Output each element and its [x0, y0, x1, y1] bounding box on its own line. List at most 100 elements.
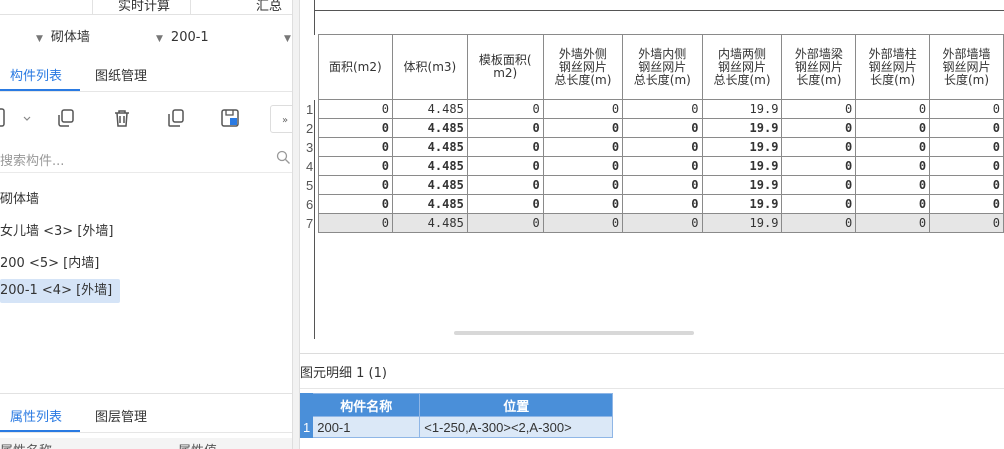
table-cell[interactable]: 4.485: [392, 194, 468, 214]
table-cell[interactable]: 4.485: [392, 99, 468, 119]
table-cell[interactable]: 0: [466, 118, 544, 138]
table-cell[interactable]: 0: [542, 194, 624, 214]
table-cell[interactable]: 0: [781, 175, 857, 195]
table-cell[interactable]: 19.9: [701, 175, 783, 195]
table-cell[interactable]: 0: [542, 118, 624, 138]
table-cell[interactable]: 0: [855, 213, 931, 233]
table-row[interactable]: 6 0 4.485 0 0 0 19.9 0 0 0: [306, 194, 1004, 214]
table-cell[interactable]: 0: [317, 194, 394, 214]
table-cell[interactable]: 0: [929, 99, 1004, 119]
table-cell[interactable]: 0: [622, 137, 703, 157]
search-icon[interactable]: [276, 150, 292, 166]
table-cell[interactable]: 0: [466, 156, 544, 176]
table-cell[interactable]: 0: [622, 99, 703, 119]
table-cell[interactable]: 0: [855, 175, 931, 195]
chevron-down-icon[interactable]: [20, 106, 34, 130]
table-cell[interactable]: 0: [466, 175, 544, 195]
third-dropdown-arrow[interactable]: ▼: [284, 26, 292, 50]
table-cell[interactable]: 0: [622, 156, 703, 176]
table-cell[interactable]: 0: [929, 213, 1004, 233]
table-cell[interactable]: 0: [317, 175, 394, 195]
table-cell[interactable]: 19.9: [701, 213, 783, 233]
tree-item-200-1[interactable]: 200-1 <4> [外墙]: [0, 279, 121, 303]
table-cell[interactable]: 0: [781, 213, 857, 233]
table-cell[interactable]: 0: [317, 156, 394, 176]
table-cell[interactable]: 4.485: [392, 118, 468, 138]
column-header[interactable]: 内墙两侧 钢丝网片 总长度(m): [701, 34, 783, 100]
table-cell[interactable]: 0: [542, 156, 624, 176]
table-cell[interactable]: 0: [542, 213, 624, 233]
table-cell[interactable]: 0: [622, 175, 703, 195]
tree-group-masonry-wall[interactable]: 砌体墙: [0, 188, 39, 212]
table-cell[interactable]: 0: [466, 213, 544, 233]
horizontal-scrollbar[interactable]: [454, 331, 694, 335]
summary-tab[interactable]: 汇总: [256, 0, 282, 14]
copy-icon[interactable]: [54, 106, 78, 130]
duplicate-icon[interactable]: [164, 106, 188, 130]
table-row[interactable]: 5 0 4.485 0 0 0 19.9 0 0 0: [306, 175, 1004, 195]
table-cell[interactable]: 0: [781, 156, 857, 176]
table-cell[interactable]: 0: [622, 118, 703, 138]
table-row[interactable]: 3 0 4.485 0 0 0 19.9 0 0 0: [306, 137, 1004, 157]
table-cell[interactable]: 0: [855, 156, 931, 176]
table-cell[interactable]: 19.9: [701, 118, 783, 138]
table-cell[interactable]: 0: [929, 118, 1004, 138]
member-dropdown[interactable]: ▼ 200-1: [156, 26, 209, 50]
table-cell[interactable]: 19.9: [701, 137, 783, 157]
tab-layer-management[interactable]: 图层管理: [95, 404, 147, 431]
component-search[interactable]: 搜索构件...: [0, 146, 292, 173]
table-cell[interactable]: 0: [855, 137, 931, 157]
tree-item-200[interactable]: 200 <5> [内墙]: [0, 252, 99, 276]
table-cell[interactable]: 0: [466, 194, 544, 214]
table-cell[interactable]: 0: [855, 118, 931, 138]
table-cell[interactable]: 0: [781, 118, 857, 138]
table-cell[interactable]: 0: [317, 99, 394, 119]
new-doc-icon[interactable]: [0, 106, 14, 130]
tab-property-list[interactable]: 属性列表: [10, 404, 62, 431]
table-cell[interactable]: 0: [622, 194, 703, 214]
tab-component-list[interactable]: 构件列表: [10, 63, 62, 90]
tab-drawing-management[interactable]: 图纸管理: [95, 63, 147, 90]
table-cell[interactable]: 0: [855, 99, 931, 119]
table-row[interactable]: 1 0 4.485 0 0 0 19.9 0 0 0: [306, 99, 1004, 119]
panel-splitter[interactable]: [292, 0, 300, 449]
table-cell[interactable]: 0: [929, 194, 1004, 214]
delete-icon[interactable]: [110, 106, 134, 130]
search-input[interactable]: 搜索构件...: [0, 150, 64, 169]
table-cell[interactable]: 4.485: [392, 156, 468, 176]
column-header[interactable]: 面积(m2): [317, 34, 394, 100]
table-cell[interactable]: 0: [542, 137, 624, 157]
column-header[interactable]: 外墙外侧 钢丝网片 总长度(m): [542, 34, 624, 100]
table-cell[interactable]: 4.485: [392, 213, 468, 233]
column-header[interactable]: 外部墙梁 钢丝网片 长度(m): [781, 34, 857, 100]
table-cell[interactable]: 0: [855, 194, 931, 214]
component-name-cell[interactable]: 200-1: [312, 416, 421, 438]
position-cell[interactable]: <1-250,A-300><2,A-300>: [419, 416, 614, 438]
table-cell[interactable]: 0: [929, 137, 1004, 157]
column-header[interactable]: 模板面积(m2): [466, 34, 544, 100]
tree-item-parapet[interactable]: 女儿墙 <3> [外墙]: [0, 220, 113, 244]
table-cell[interactable]: 0: [781, 137, 857, 157]
table-cell[interactable]: 19.9: [701, 99, 783, 119]
table-row[interactable]: 4 0 4.485 0 0 0 19.9 0 0 0: [306, 156, 1004, 176]
table-cell[interactable]: 0: [781, 99, 857, 119]
table-cell[interactable]: 19.9: [701, 194, 783, 214]
table-row[interactable]: 2 0 4.485 0 0 0 19.9 0 0 0: [306, 118, 1004, 138]
table-cell[interactable]: 4.485: [392, 137, 468, 157]
column-header[interactable]: 体积(m3): [392, 34, 468, 100]
table-cell[interactable]: 0: [542, 175, 624, 195]
table-cell[interactable]: 0: [317, 213, 394, 233]
table-cell[interactable]: 0: [622, 213, 703, 233]
category-dropdown[interactable]: ▼ 砌体墙: [36, 26, 90, 50]
table-cell[interactable]: 0: [317, 137, 394, 157]
table-cell[interactable]: 0: [317, 118, 394, 138]
table-cell[interactable]: 0: [466, 99, 544, 119]
column-header[interactable]: 外部墙墙 钢丝网片 长度(m): [929, 34, 1004, 100]
table-cell[interactable]: 19.9: [701, 156, 783, 176]
realtime-calc-tab[interactable]: 实时计算: [118, 0, 170, 14]
table-cell[interactable]: 0: [542, 99, 624, 119]
table-cell[interactable]: 0: [929, 156, 1004, 176]
table-cell[interactable]: 0: [781, 194, 857, 214]
table-row[interactable]: 7 0 4.485 0 0 0 19.9 0 0 0: [306, 213, 1004, 233]
table-cell[interactable]: 4.485: [392, 175, 468, 195]
